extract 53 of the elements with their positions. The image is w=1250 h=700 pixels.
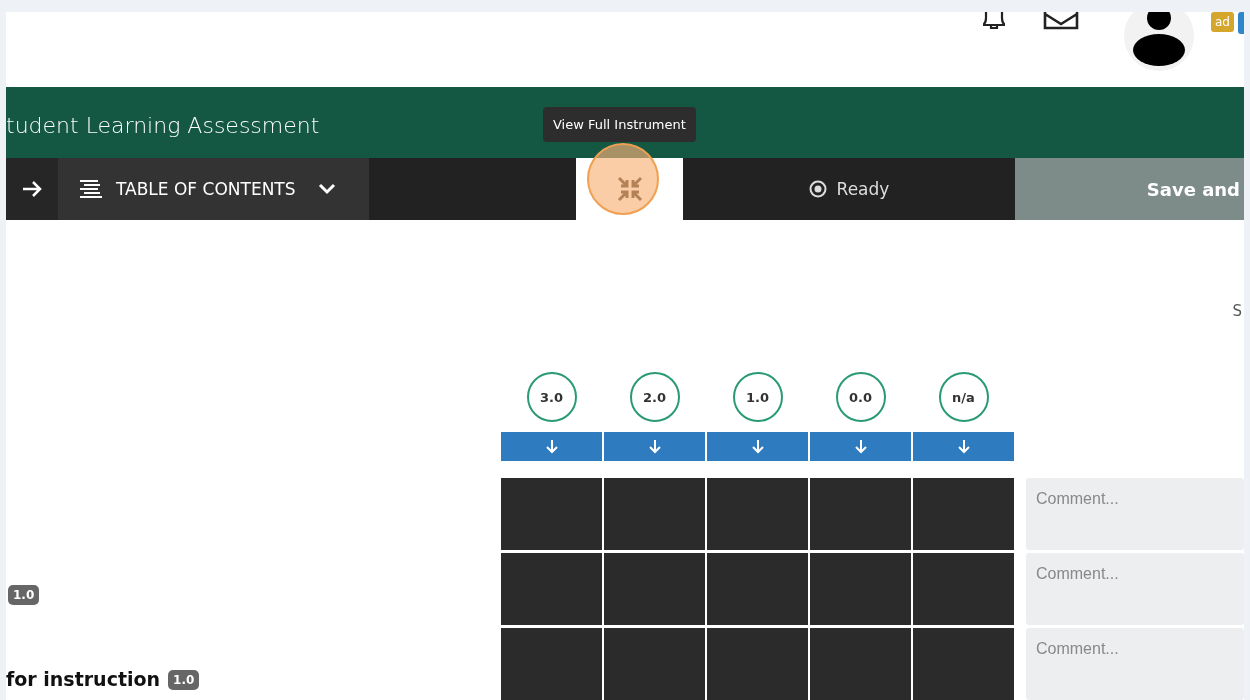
fill-column-button[interactable] [810,432,911,461]
score-option[interactable]: 1.0 [732,372,783,422]
score-badge: 1.0 [168,670,200,690]
rubric-cell[interactable] [501,628,602,700]
comment-field[interactable]: Comment... [1026,478,1244,550]
comment-field[interactable]: Comment... [1026,628,1244,700]
role-badge [1238,12,1244,34]
chevron-down-icon [317,183,336,196]
save-button[interactable]: Save and [1015,158,1244,220]
rubric-cell[interactable] [810,553,911,625]
rubric-cell[interactable] [913,478,1014,550]
arrow-down-icon [545,439,558,454]
expand-button[interactable] [6,158,58,220]
arrow-down-icon [751,439,764,454]
rubric-cell[interactable] [913,628,1014,700]
collapse-button[interactable] [576,158,683,220]
rubric-cell[interactable] [913,553,1014,625]
arrow-down-icon [854,439,867,454]
tooltip: View Full Instrument [543,107,696,143]
status-text: Ready [836,179,890,200]
arrow-down-icon [957,439,970,454]
rubric-cell[interactable] [707,553,808,625]
score-option[interactable]: 3.0 [526,372,577,422]
rubric-cell[interactable] [707,478,808,550]
fill-column-button[interactable] [604,432,705,461]
arrow-right-icon [22,181,42,198]
rubric-cell[interactable] [604,628,705,700]
arrow-down-icon [648,439,661,454]
criterion-label: for instruction [6,668,161,690]
rubric-cell[interactable] [707,628,808,700]
score-badge: 1.0 [8,585,40,605]
side-text: S [1232,302,1242,320]
score-option[interactable]: 0.0 [835,372,886,422]
score-option[interactable]: n/a [938,372,989,422]
fill-column-button[interactable] [501,432,602,461]
radio-icon [808,180,827,199]
rubric-cell[interactable] [810,478,911,550]
page-title: tudent Learning Assessment [6,113,320,139]
rubric-cell[interactable] [501,553,602,625]
score-option[interactable]: 2.0 [629,372,680,422]
collapse-icon [615,175,644,204]
fill-column-button[interactable] [707,432,808,461]
mail-icon[interactable] [1043,12,1079,30]
list-icon [78,179,104,200]
comment-field[interactable]: Comment... [1026,553,1244,625]
rubric-cell[interactable] [604,478,705,550]
rubric-cell[interactable] [604,553,705,625]
rubric-cell[interactable] [810,628,911,700]
rubric-cell[interactable] [501,478,602,550]
avatar-icon[interactable] [1123,12,1195,72]
fill-column-button[interactable] [913,432,1014,461]
user-badge: ad [1211,12,1234,32]
table-of-contents-button[interactable]: TABLE OF CONTENTS [58,158,369,220]
